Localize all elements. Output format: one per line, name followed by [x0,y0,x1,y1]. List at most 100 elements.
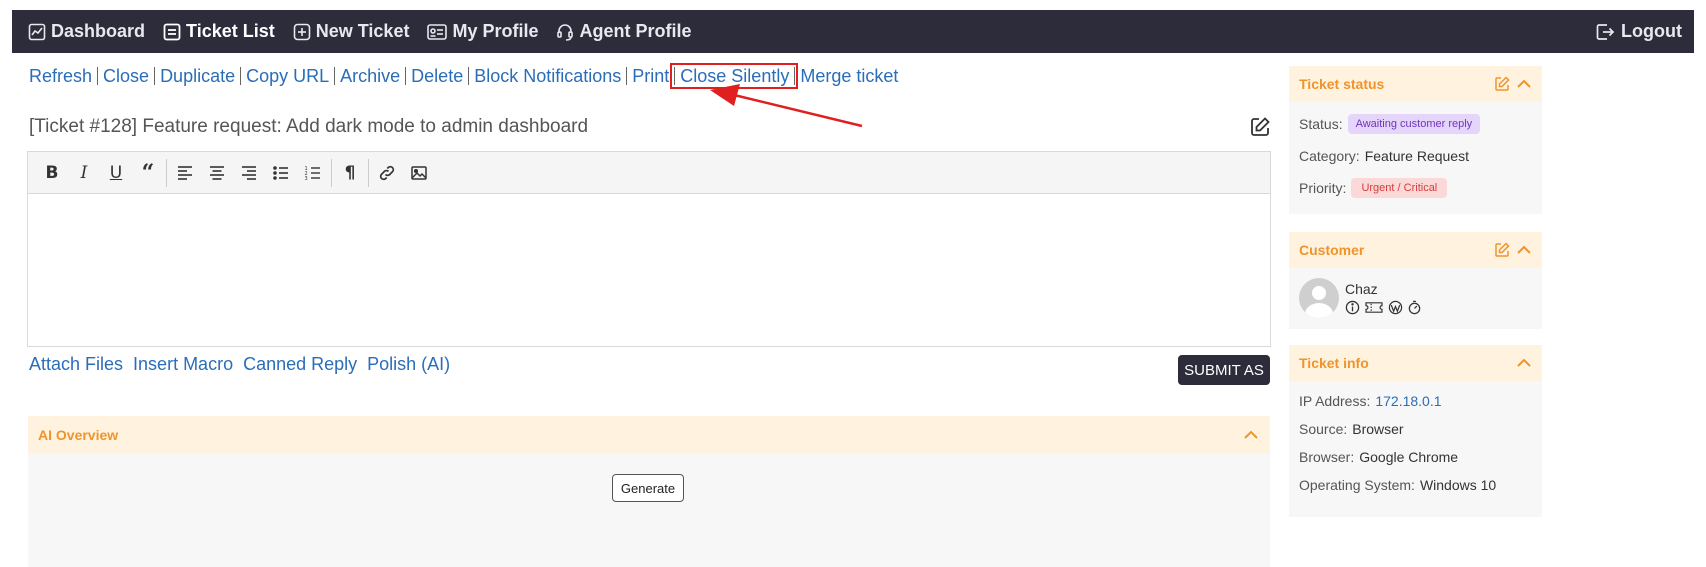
ticket-title: [Ticket #128] Feature request: Add dark … [29,116,589,137]
customer-panel: Customer Chaz [1289,232,1542,329]
edit-icon[interactable] [1249,116,1271,138]
headset-icon [557,23,574,41]
numbered-list-icon[interactable]: 123 [297,157,329,189]
toolbar-divider [368,158,369,187]
status-row: Status: Awaiting customer reply [1299,108,1532,140]
customer-icons [1345,300,1422,315]
os-value: Windows 10 [1419,477,1497,493]
nav-my-profile-label: My Profile [452,21,539,41]
id-card-icon [427,23,448,40]
action-print[interactable]: Print [626,67,674,85]
toolbar-divider [166,158,167,187]
chevron-up-icon[interactable] [1516,355,1532,371]
ticket-status-body: Status: Awaiting customer reply Category… [1289,102,1542,210]
align-right-icon[interactable] [233,157,265,189]
browser-value: Google Chrome [1359,449,1459,465]
ticket-status-panel: Ticket status Status: Awaiting customer … [1289,66,1542,214]
customer-title: Customer [1299,242,1365,258]
ticket-actions: Refresh Close Duplicate Copy URL Archive… [29,63,903,89]
submit-as-button[interactable]: SUBMIT AS [1178,355,1270,385]
source-row: Source: Browser [1299,415,1532,443]
chevron-up-icon[interactable] [1516,242,1532,258]
top-navbar: Dashboard Ticket List New Ticket My Prof… [12,10,1694,53]
action-refresh[interactable]: Refresh [29,67,97,85]
paragraph-direction-icon[interactable]: ¶ [334,157,366,189]
ip-label: IP Address: [1299,393,1371,409]
status-label: Status: [1299,116,1343,132]
avatar [1299,278,1339,318]
category-row: Category: Feature Request [1299,140,1532,172]
status-badge: Awaiting customer reply [1347,114,1481,134]
ticket-info-header[interactable]: Ticket info [1289,345,1542,381]
customer-header[interactable]: Customer [1289,232,1542,268]
underline-icon[interactable]: U [100,157,132,189]
action-duplicate[interactable]: Duplicate [154,67,240,85]
customer-name[interactable]: Chaz [1345,281,1422,297]
priority-badge: Urgent / Critical [1351,178,1448,198]
category-label: Category: [1299,148,1360,164]
action-block-notifications[interactable]: Block Notifications [468,67,626,85]
action-copy-url[interactable]: Copy URL [240,67,334,85]
logout-label: Logout [1621,21,1682,41]
bold-icon[interactable]: B [36,157,68,189]
edit-icon[interactable] [1494,242,1510,258]
ticket-info-body: IP Address: 172.18.0.1 Source: Browser B… [1289,381,1542,505]
list-icon [163,23,181,40]
ai-overview-panel: AI Overview Generate [28,416,1270,567]
edit-icon[interactable] [1494,76,1510,92]
plus-square-icon [293,23,311,40]
ticket-icon[interactable] [1364,300,1384,315]
ticket-status-title: Ticket status [1299,76,1385,92]
app-frame: Dashboard Ticket List New Ticket My Prof… [12,10,1694,567]
nav-my-profile[interactable]: My Profile [427,10,538,53]
nav-ticket-list[interactable]: Ticket List [163,10,275,53]
source-label: Source: [1299,421,1348,437]
italic-icon[interactable]: I [68,157,100,189]
align-left-icon[interactable] [169,157,201,189]
attach-files-link[interactable]: Attach Files [29,354,123,375]
insert-macro-link[interactable]: Insert Macro [133,354,233,375]
chevron-up-icon[interactable] [1242,426,1260,444]
source-value: Browser [1352,421,1404,437]
action-archive[interactable]: Archive [334,67,405,85]
logout-icon [1596,23,1615,40]
info-icon[interactable] [1345,300,1360,315]
logout-button[interactable]: Logout [1595,10,1682,53]
polish-ai-link[interactable]: Polish (AI) [367,354,450,375]
reply-editor: B I U “ 123 ¶ [27,151,1271,347]
os-row: Operating System: Windows 10 [1299,471,1532,499]
nav-dashboard-label: Dashboard [51,21,146,41]
action-close-silently[interactable]: Close Silently [670,63,799,89]
nav-ticket-list-label: Ticket List [186,21,275,41]
customer-body: Chaz [1289,268,1542,324]
ai-overview-header[interactable]: AI Overview [28,416,1270,454]
os-label: Operating System: [1299,477,1415,493]
nav-new-ticket-label: New Ticket [315,21,410,41]
chevron-up-icon[interactable] [1516,76,1532,92]
browser-row: Browser: Google Chrome [1299,443,1532,471]
nav-agent-profile[interactable]: Agent Profile [556,10,692,53]
ticket-status-header[interactable]: Ticket status [1289,66,1542,102]
link-icon[interactable] [371,157,403,189]
bullet-list-icon[interactable] [265,157,297,189]
reply-options: Attach Files Insert Macro Canned Reply P… [29,354,450,375]
nav-new-ticket[interactable]: New Ticket [293,10,410,53]
generate-button[interactable]: Generate [612,474,684,502]
editor-toolbar: B I U “ 123 ¶ [28,152,1270,194]
ip-value-link[interactable]: 172.18.0.1 [1375,393,1441,409]
canned-reply-link[interactable]: Canned Reply [243,354,357,375]
stopwatch-icon[interactable] [1407,300,1422,315]
browser-label: Browser: [1299,449,1355,465]
toolbar-divider [331,158,332,187]
action-close[interactable]: Close [97,67,154,85]
wordpress-icon[interactable] [1388,300,1403,315]
editor-text-area[interactable] [28,194,1270,346]
action-delete[interactable]: Delete [405,67,468,85]
align-center-icon[interactable] [201,157,233,189]
nav-dashboard[interactable]: Dashboard [28,10,145,53]
action-merge-ticket[interactable]: Merge ticket [794,67,903,85]
blockquote-icon[interactable]: “ [132,157,164,189]
svg-text:3: 3 [305,176,308,182]
image-icon[interactable] [403,157,435,189]
nav-agent-profile-label: Agent Profile [579,21,692,41]
